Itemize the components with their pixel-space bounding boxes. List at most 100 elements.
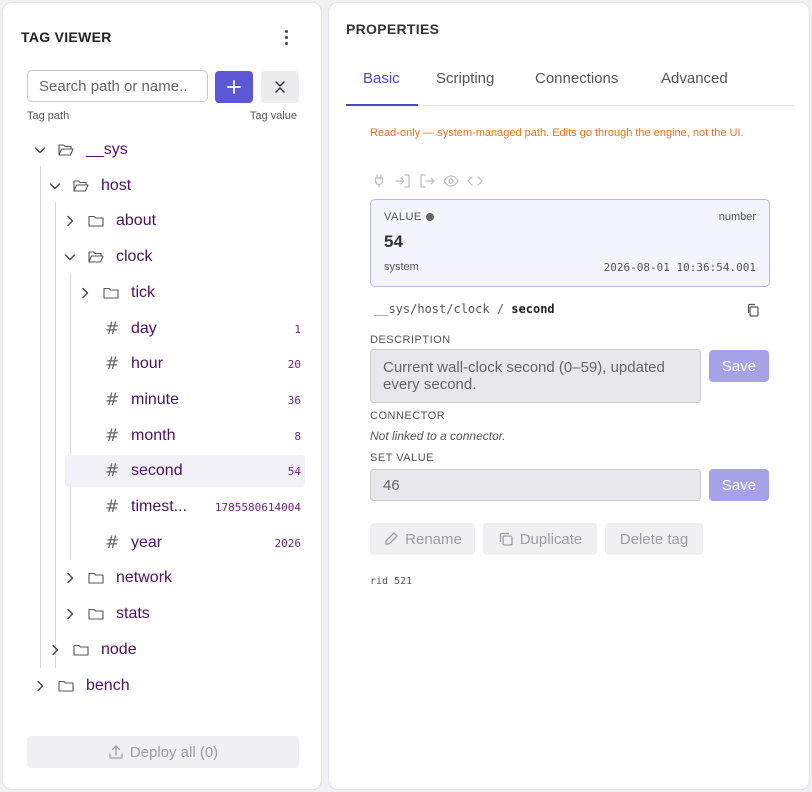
tree-row[interactable]: about [23, 205, 305, 237]
tree-row[interactable]: stats [23, 598, 305, 630]
tab-basic[interactable]: Basic [363, 70, 400, 87]
deploy-all-button[interactable]: Deploy all (0) [27, 736, 299, 768]
tree-item-name: second [131, 462, 183, 480]
record-id: rid 521 [370, 576, 413, 587]
tag-path-separator: / [496, 302, 505, 316]
chevron-right-icon[interactable] [63, 571, 77, 585]
tree-item-name: network [116, 569, 173, 587]
tree-row[interactable]: clock [23, 241, 305, 273]
description-label: DESCRIPTION [370, 334, 451, 346]
chevron-right-icon[interactable] [78, 286, 92, 300]
collapse-all-button[interactable] [261, 71, 299, 103]
chevron-down-icon[interactable] [33, 143, 47, 157]
delete-tag-button[interactable]: Delete tag [605, 523, 703, 555]
chevron-down-icon[interactable] [63, 250, 77, 264]
value-label: VALUE [384, 211, 434, 223]
tree-row[interactable]: # second 54 [65, 455, 305, 488]
eye-icon[interactable] [442, 172, 459, 189]
tree-row[interactable]: host [23, 170, 305, 202]
tag-toolbar [370, 172, 483, 189]
chevron-right-icon[interactable] [63, 607, 77, 621]
tree-row[interactable]: __sys [23, 134, 305, 166]
folder-open-icon [73, 179, 89, 193]
duplicate-button[interactable]: Duplicate [483, 523, 597, 555]
number-tag-icon: # [105, 425, 120, 446]
column-header-tag-path: Tag path [27, 110, 70, 122]
tree-item-name: clock [116, 248, 153, 266]
connector-status: Not linked to a connector. [370, 429, 506, 443]
tree-row[interactable]: # month 8 [23, 420, 305, 452]
status-dot-icon [425, 213, 434, 221]
folder-open-icon [58, 143, 74, 157]
tree-item-name: stats [116, 605, 150, 623]
tab-connections[interactable]: Connections [535, 70, 618, 87]
more-options-icon[interactable] [275, 25, 297, 49]
number-tag-icon: # [105, 497, 120, 517]
save-value-button[interactable]: Save [709, 469, 769, 501]
upload-icon [109, 745, 123, 759]
tree-item-name: year [131, 533, 163, 551]
tab-advanced[interactable]: Advanced [661, 70, 728, 87]
tree-item-name: timest... [131, 498, 188, 515]
pencil-icon [385, 532, 398, 545]
save-description-button[interactable]: Save [709, 350, 769, 382]
set-value-field[interactable] [370, 469, 701, 501]
column-header-tag-value: Tag value [249, 110, 297, 122]
tree-row[interactable]: node [23, 634, 305, 666]
tree-item-name: about [116, 212, 157, 230]
tree-item-value: 1785580614004 [214, 501, 301, 514]
tree-row[interactable]: # day 1 [23, 313, 305, 345]
number-tag-icon: # [105, 532, 120, 553]
tree-item-name: __sys [86, 141, 128, 158]
folder-icon [88, 214, 104, 228]
tree-item-value: 8 [294, 429, 301, 443]
number-tag-icon: # [105, 461, 120, 482]
copy-icon[interactable] [746, 303, 760, 317]
chevron-down-icon[interactable] [48, 179, 62, 193]
export-icon[interactable] [418, 172, 435, 189]
tree-row[interactable]: # year 2026 [23, 527, 305, 559]
value-type: number [718, 211, 756, 223]
number-tag-icon: # [105, 389, 120, 410]
tree-item-name: node [101, 640, 137, 658]
folder-icon [103, 286, 119, 300]
tree-row[interactable]: network [23, 562, 305, 594]
rename-button[interactable]: Rename [370, 523, 475, 555]
duplicate-icon [499, 532, 513, 546]
folder-icon [58, 679, 74, 693]
tree-item-name: bench [86, 676, 130, 694]
chevron-right-icon[interactable] [48, 643, 62, 657]
tree-row[interactable]: tick [23, 277, 305, 309]
connector-label: CONNECTOR [370, 410, 446, 422]
tree-item-value: 1 [294, 322, 301, 336]
folder-icon [73, 643, 89, 657]
tree-item-name: minute [131, 390, 180, 408]
tree-row[interactable]: # timest... 1785580614004 [23, 491, 305, 523]
search-input[interactable] [27, 70, 208, 102]
chevron-right-icon[interactable] [33, 679, 47, 693]
tree-item-value: 54 [287, 465, 301, 479]
tree-item-name: tick [131, 283, 155, 301]
tree-item-value: 2026 [274, 536, 302, 550]
number-tag-icon: # [105, 318, 120, 339]
tag-viewer-panel: TAG VIEWER Tag path Tag value __syshost a… [2, 2, 322, 790]
tree-row[interactable]: bench [23, 670, 305, 702]
chevron-right-icon[interactable] [63, 214, 77, 228]
tree-row[interactable]: # hour 20 [23, 348, 305, 380]
folder-icon [88, 607, 104, 621]
current-value: 54 [384, 232, 403, 251]
value-card: VALUE number 54 system 2026-08-01 10:36:… [370, 199, 770, 287]
tree-row[interactable]: # minute 36 [23, 384, 305, 416]
tag-path: __sys/host/clock / second [374, 302, 555, 316]
description-field[interactable]: Current wall-clock second (0–59), update… [370, 349, 701, 403]
folder-icon [88, 571, 104, 585]
collapse-icon [275, 81, 285, 93]
code-icon[interactable] [466, 172, 483, 189]
import-icon[interactable] [394, 172, 411, 189]
tab-scripting[interactable]: Scripting [436, 70, 494, 87]
add-tag-button[interactable] [215, 71, 253, 103]
tab-bar: Basic Scripting Connections Advanced [346, 58, 794, 106]
plug-icon[interactable] [370, 172, 387, 189]
number-tag-icon: # [105, 354, 120, 375]
folder-open-icon [88, 250, 104, 264]
